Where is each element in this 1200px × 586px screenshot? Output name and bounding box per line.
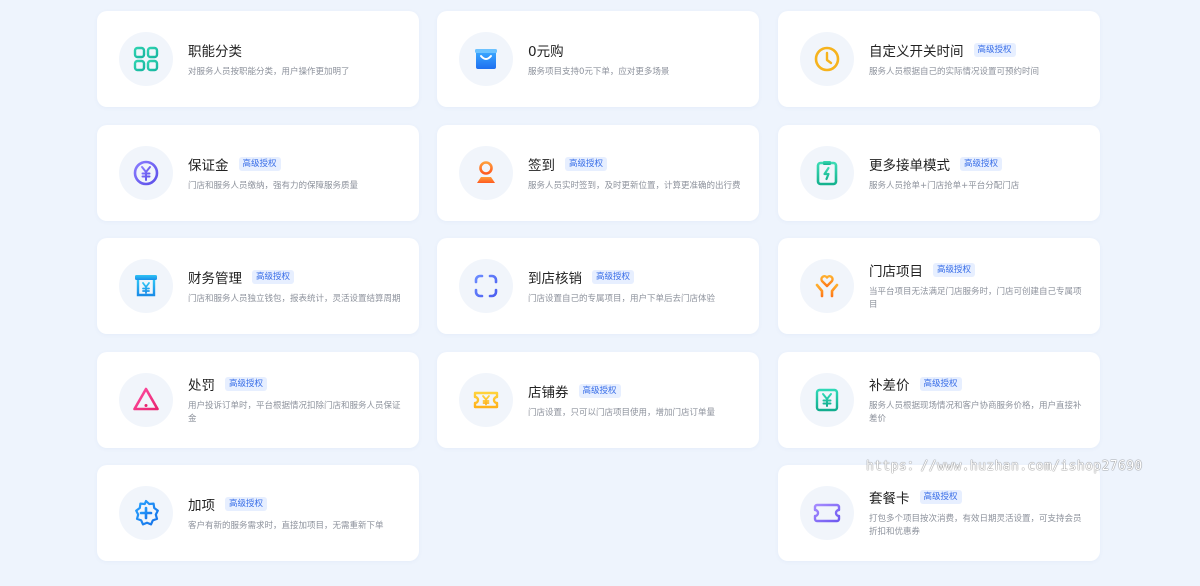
feature-card-store-items[interactable]: 门店项目 高级授权 当平台项目无法满足门店服务时，门店可创建自己专属项目: [778, 238, 1100, 334]
feature-description: 服务人员实时签到，及时更新位置，计算更准确的出行费: [528, 180, 741, 191]
premium-license-badge: 高级授权: [933, 263, 976, 277]
premium-license-badge: 高级授权: [919, 377, 962, 391]
price-tag-icon: [800, 373, 854, 427]
grid-icon: [119, 32, 173, 86]
feature-title: 加项: [188, 497, 215, 514]
feature-card-penalty[interactable]: 处罚 高级授权 用户投诉订单时，平台根据情况扣除门店和服务人员保证金: [97, 352, 419, 448]
feature-title: 更多接单模式: [869, 157, 950, 174]
feature-card-package-card[interactable]: 套餐卡 高级授权 打包多个项目按次消费，有效日期灵活设置，可支持会员折扣和优惠券: [778, 465, 1100, 561]
feature-title: 财务管理: [188, 270, 242, 287]
feature-description: 门店设置自己的专属项目，用户下单后去门店体验: [528, 293, 716, 304]
bag-icon: [459, 32, 513, 86]
feature-card-custom-hours[interactable]: 自定义开关时间 高级授权 服务人员根据自己的实际情况设置可预约时间: [778, 11, 1100, 107]
premium-license-badge: 高级授权: [578, 383, 621, 398]
feature-description: 打包多个项目按次消费，有效日期灵活设置，可支持会员折扣和优惠券: [869, 514, 1082, 537]
wallet-yuan-icon: [119, 259, 173, 313]
feature-title: 保证金: [188, 157, 229, 174]
feature-title: 补差价: [869, 378, 910, 394]
premium-license-badge: 高级授权: [960, 156, 1003, 171]
premium-license-badge: 高级授权: [565, 156, 608, 171]
yuan-coin-icon: [119, 146, 173, 200]
feature-title: 店铺券: [528, 384, 569, 401]
location-pin-icon: [459, 146, 513, 200]
premium-license-badge: 高级授权: [973, 42, 1016, 57]
premium-license-badge: 高级授权: [919, 490, 962, 504]
feature-card-deposit[interactable]: 保证金 高级授权 门店和服务人员缴纳，强有力的保障服务质量: [97, 125, 419, 221]
feature-card-price-difference[interactable]: 补差价 高级授权 服务人员根据现场情况和客户协商服务价格，用户直接补差价: [778, 352, 1100, 448]
scan-icon: [459, 259, 513, 313]
heart-hands-icon: [800, 259, 854, 313]
feature-title: 自定义开关时间: [869, 43, 964, 60]
ticket-card-icon: [800, 486, 854, 540]
feature-card-role-category[interactable]: 职能分类 对服务人员按职能分类，用户操作更加明了: [97, 11, 419, 107]
feature-description: 客户有新的服务需求时，直接加项目，无需重新下单: [188, 520, 384, 531]
feature-title: 套餐卡: [869, 491, 910, 507]
feature-description: 门店设置，只可以门店项目使用，增加门店订单量: [528, 407, 716, 418]
premium-license-badge: 高级授权: [225, 377, 268, 391]
premium-license-badge: 高级授权: [592, 269, 635, 284]
feature-title: 签到: [528, 157, 555, 174]
warning-icon: [119, 373, 173, 427]
feature-title: 处罚: [188, 378, 215, 394]
premium-license-badge: 高级授权: [238, 156, 281, 171]
clipboard-bolt-icon: [800, 146, 854, 200]
feature-description: 对服务人员按职能分类，用户操作更加明了: [188, 66, 350, 77]
feature-description: 用户投诉订单时，平台根据情况扣除门店和服务人员保证金: [188, 401, 401, 424]
feature-card-finance[interactable]: 财务管理 高级授权 门店和服务人员独立钱包，报表统计，灵活设置结算周期: [97, 238, 419, 334]
feature-card-add-item[interactable]: 加项 高级授权 客户有新的服务需求时，直接加项目，无需重新下单: [97, 465, 419, 561]
feature-card-store-verify[interactable]: 到店核销 高级授权 门店设置自己的专属项目，用户下单后去门店体验: [437, 238, 759, 334]
feature-description: 服务人员根据现场情况和客户协商服务价格，用户直接补差价: [869, 401, 1082, 424]
feature-description: 服务人员抢单+门店抢单+平台分配门店: [869, 180, 1020, 191]
feature-card-check-in[interactable]: 签到 高级授权 服务人员实时签到，及时更新位置，计算更准确的出行费: [437, 125, 759, 221]
premium-license-badge: 高级授权: [225, 496, 268, 511]
feature-title: 0元购: [528, 43, 564, 60]
feature-title: 门店项目: [869, 264, 923, 280]
feature-card-zero-purchase[interactable]: 0元购 服务项目支持0元下单，应对更多场景: [437, 11, 759, 107]
add-badge-icon: [119, 486, 173, 540]
feature-description: 服务人员根据自己的实际情况设置可预约时间: [869, 66, 1040, 77]
feature-title: 职能分类: [188, 43, 242, 60]
feature-description: 门店和服务人员独立钱包，报表统计，灵活设置结算周期: [188, 293, 401, 304]
watermark-text: https：//www.huzhan.com/ishop27690: [866, 459, 1143, 474]
feature-title: 到店核销: [528, 270, 582, 287]
coupon-icon: [459, 373, 513, 427]
premium-license-badge: 高级授权: [252, 269, 295, 284]
clock-icon: [800, 32, 854, 86]
feature-description: 服务项目支持0元下单，应对更多场景: [528, 66, 670, 77]
feature-description: 当平台项目无法满足门店服务时，门店可创建自己专属项目: [869, 287, 1082, 310]
feature-card-order-modes[interactable]: 更多接单模式 高级授权 服务人员抢单+门店抢单+平台分配门店: [778, 125, 1100, 221]
feature-card-store-coupon[interactable]: 店铺券 高级授权 门店设置，只可以门店项目使用，增加门店订单量: [437, 352, 759, 448]
feature-description: 门店和服务人员缴纳，强有力的保障服务质量: [188, 180, 359, 191]
